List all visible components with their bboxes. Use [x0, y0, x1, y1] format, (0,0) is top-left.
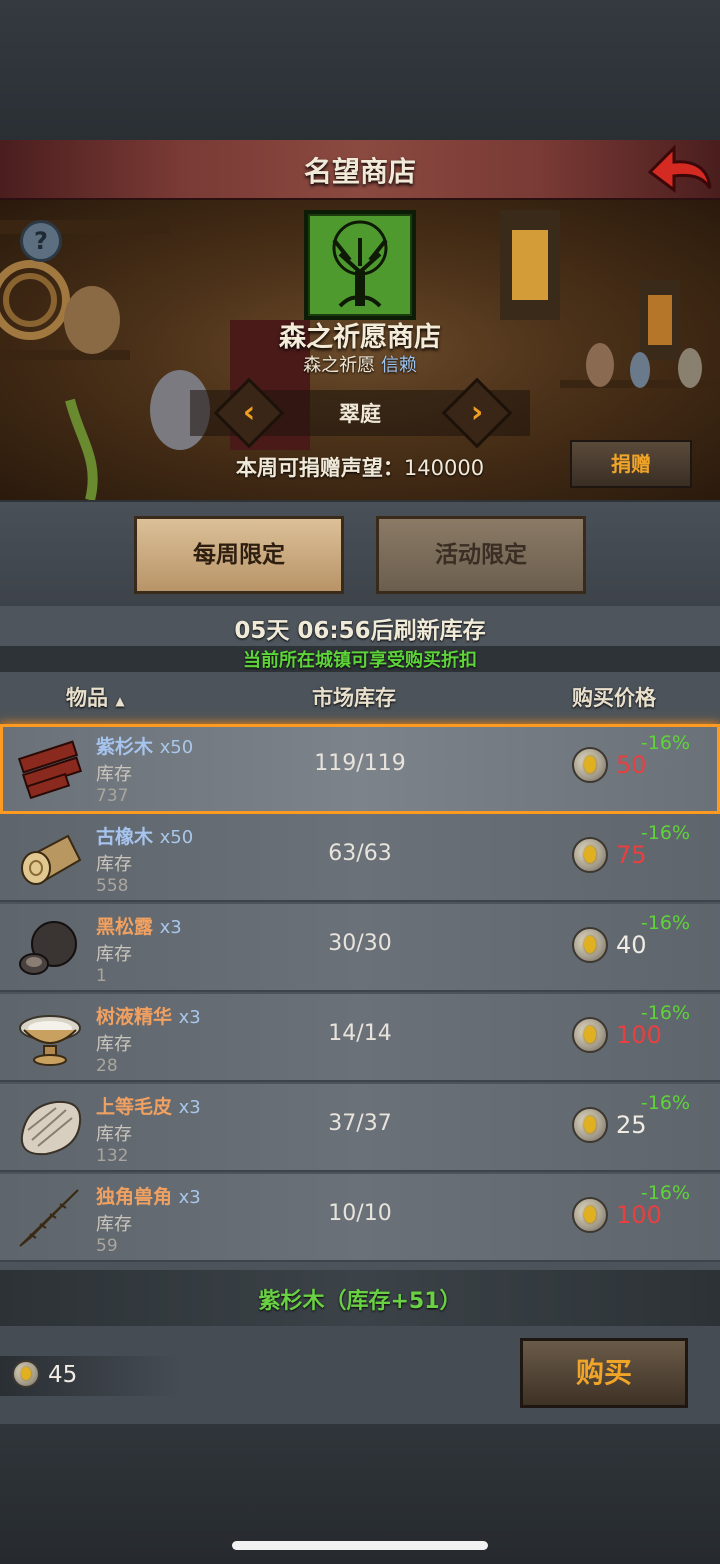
shop-faction-line: 森之祈愿 信赖 [0, 351, 720, 377]
market-stock: 10/10 [328, 1201, 392, 1226]
discount-note: 当前所在城镇可享受购买折扣 [243, 650, 477, 671]
tab-weekly-limited[interactable]: 每周限定 [134, 516, 344, 594]
tab-area [0, 502, 720, 612]
top-background [0, 0, 720, 140]
price: 50 [616, 751, 647, 779]
market-stock: 14/14 [328, 1021, 392, 1046]
yew-wood-icon [16, 736, 86, 800]
tree-emblem-icon [310, 216, 410, 314]
inventory-count: 1 [96, 966, 107, 986]
item-name-text: 树液精华 [96, 1006, 173, 1028]
item-qty: x3 [178, 1007, 201, 1028]
column-stock-header: 市场库存 [312, 686, 396, 710]
refresh-timer: 05天 06:56后刷新库存 [234, 618, 486, 644]
item-qty: x50 [159, 737, 194, 758]
buy-button[interactable]: 购买 [520, 1338, 688, 1408]
wallet-amount: 45 [48, 1362, 78, 1388]
back-button[interactable] [644, 142, 714, 198]
item-qty: x3 [159, 917, 182, 938]
column-item-label: 物品 [66, 686, 108, 710]
coin-icon [572, 1197, 608, 1233]
coin-icon [572, 837, 608, 873]
ancient-oak-log-icon [16, 826, 86, 890]
trust-level: 信赖 [380, 355, 417, 376]
market-stock: 37/37 [328, 1111, 392, 1136]
item-name: 树液精华 x3 [96, 1002, 201, 1029]
coin-icon [572, 927, 608, 963]
inventory-count: 59 [96, 1236, 118, 1256]
item-name: 古橡木 x50 [96, 822, 193, 849]
tab-event-limited[interactable]: 活动限定 [376, 516, 586, 594]
black-truffle-icon [16, 916, 86, 980]
item-name: 独角兽角 x3 [96, 1182, 201, 1209]
inventory-label: 库存 [96, 764, 132, 785]
fine-fur-icon [16, 1096, 86, 1160]
price: 100 [616, 1021, 662, 1049]
market-stock: 63/63 [328, 841, 392, 866]
sort-arrow-icon: ▲ [115, 694, 125, 708]
reputation-label: 本周可捐赠声望： [235, 456, 404, 480]
inventory-label: 库存 [96, 1034, 132, 1055]
inventory-label: 库存 [96, 944, 132, 965]
item-qty: x3 [178, 1097, 201, 1118]
inventory-count: 132 [96, 1146, 129, 1166]
question-mark-icon: ? [34, 227, 48, 255]
item-qty: x3 [178, 1187, 201, 1208]
item-name-text: 古橡木 [96, 826, 154, 848]
price: 100 [616, 1201, 662, 1229]
back-arrow-icon [647, 144, 712, 193]
item-name-text: 独角兽角 [96, 1186, 173, 1208]
coin-icon [572, 1107, 608, 1143]
inventory-count: 737 [96, 786, 129, 806]
shop-name: 森之祈愿商店 [279, 322, 441, 353]
market-stock: 30/30 [328, 931, 392, 956]
page-title: 名望商店 [303, 155, 416, 188]
region-name: 翠庭 [339, 402, 381, 426]
help-button[interactable]: ? [20, 220, 62, 262]
price: 25 [616, 1111, 647, 1139]
coin-icon [572, 747, 608, 783]
market-stock: 119/119 [314, 751, 406, 776]
home-indicator[interactable] [232, 1541, 488, 1550]
donate-button[interactable]: 捐赠 [570, 440, 692, 488]
price: 40 [616, 931, 647, 959]
unicorn-horn-icon [16, 1186, 86, 1250]
column-item-header[interactable]: 物品 ▲ [66, 682, 125, 712]
inventory-count: 28 [96, 1056, 118, 1076]
faction-name: 森之祈愿 [303, 355, 376, 376]
inventory-label: 库存 [96, 854, 132, 875]
inventory-count: 558 [96, 876, 129, 896]
reputation-value: 140000 [403, 456, 485, 480]
item-name: 紫杉木 x50 [96, 732, 193, 759]
item-name-text: 上等毛皮 [96, 1096, 173, 1118]
sap-essence-bowl-icon [16, 1006, 86, 1070]
item-name-text: 黑松露 [96, 916, 154, 938]
inventory-label: 库存 [96, 1214, 132, 1235]
item-qty: x50 [159, 827, 194, 848]
item-name: 上等毛皮 x3 [96, 1092, 201, 1119]
item-name: 黑松露 x3 [96, 912, 182, 939]
selection-summary: 紫杉木（库存+51） [258, 1289, 462, 1314]
coin-icon [572, 1017, 608, 1053]
column-price-header: 购买价格 [572, 686, 656, 710]
inventory-label: 库存 [96, 1124, 132, 1145]
price: 75 [616, 841, 647, 869]
coin-icon [12, 1360, 40, 1388]
item-name-text: 紫杉木 [96, 736, 154, 758]
